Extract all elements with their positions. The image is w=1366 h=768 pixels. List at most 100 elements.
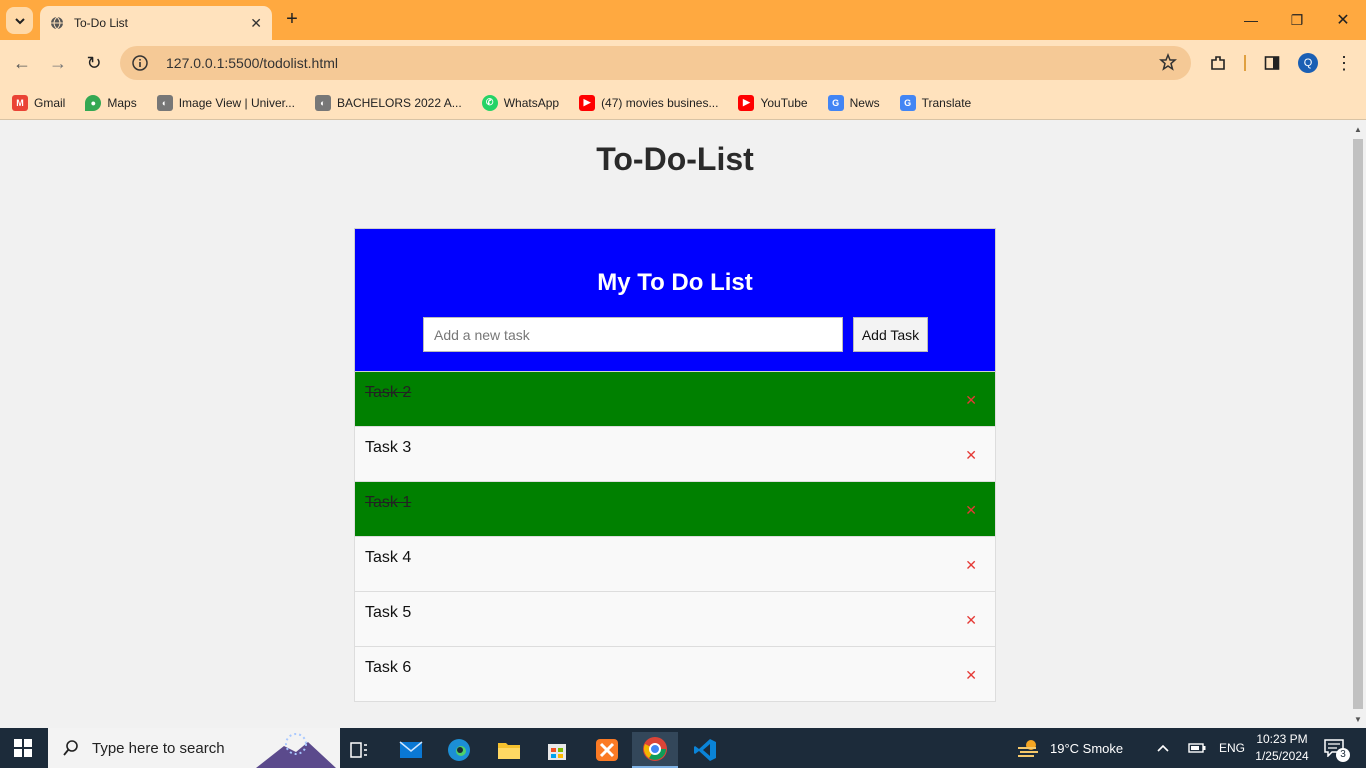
todo-header: My To Do List Add Task bbox=[354, 228, 996, 372]
scroll-thumb[interactable] bbox=[1353, 139, 1363, 709]
delete-task-icon[interactable]: ✕ bbox=[965, 612, 977, 629]
bookmark-label: Translate bbox=[921, 95, 972, 110]
new-tab-button[interactable]: + bbox=[281, 8, 303, 30]
bookmarks-bar: M Gmail ● Maps ◐ Image View | Univer... ◐ BA… bbox=[0, 86, 1366, 120]
task-item[interactable]: Task 4 ✕ bbox=[354, 537, 996, 592]
bookmark-whatsapp[interactable]: ✆ WhatsApp bbox=[481, 94, 560, 111]
show-hidden-icons[interactable] bbox=[1156, 728, 1170, 768]
search-icon bbox=[63, 740, 78, 756]
browser-tab[interactable]: To-Do List ✕ bbox=[40, 6, 272, 40]
close-tab-icon[interactable]: ✕ bbox=[250, 15, 262, 32]
task-label: Task 4 bbox=[365, 549, 412, 566]
file-explorer-icon[interactable] bbox=[486, 732, 532, 768]
delete-task-icon[interactable]: ✕ bbox=[965, 502, 977, 519]
bookmark-label: YouTube bbox=[760, 95, 808, 110]
task-label: Task 3 bbox=[365, 439, 412, 456]
add-task-button[interactable]: Add Task bbox=[853, 317, 928, 352]
taskbar-search-box[interactable]: Type here to search bbox=[48, 728, 340, 768]
xampp-icon[interactable] bbox=[584, 732, 630, 768]
scroll-down-icon[interactable]: ▼ bbox=[1354, 715, 1362, 724]
notifications-button[interactable]: 3 bbox=[1324, 728, 1350, 768]
back-button[interactable]: ← bbox=[10, 51, 34, 75]
chevron-up-icon bbox=[1157, 744, 1169, 752]
notification-count-badge: 3 bbox=[1336, 748, 1350, 762]
task-label: Task 5 bbox=[365, 604, 412, 621]
restore-button[interactable]: ❐ bbox=[1274, 8, 1320, 32]
bookmark-label: Gmail bbox=[34, 95, 66, 110]
mail-app-icon[interactable] bbox=[388, 732, 434, 768]
forward-button[interactable]: → bbox=[46, 51, 70, 75]
edge-browser-icon[interactable] bbox=[436, 732, 482, 768]
bookmark-youtube[interactable]: ▶ YouTube bbox=[738, 94, 808, 111]
page-scrollbar[interactable]: ▲ ▼ bbox=[1350, 121, 1366, 728]
windows-start-icon[interactable] bbox=[14, 739, 32, 757]
scroll-up-icon[interactable]: ▲ bbox=[1354, 125, 1362, 134]
task-label: Task 1 bbox=[365, 494, 412, 511]
task-item[interactable]: Task 5 ✕ bbox=[354, 592, 996, 647]
site-info-icon[interactable] bbox=[132, 55, 148, 71]
task-item[interactable]: Task 1 ✕ bbox=[354, 482, 996, 537]
taskbar-search-placeholder: Type here to search bbox=[92, 739, 225, 757]
menu-kebab-icon[interactable]: ⋮ bbox=[1334, 53, 1354, 73]
task-item[interactable]: Task 2 ✕ bbox=[354, 372, 996, 427]
delete-task-icon[interactable]: ✕ bbox=[965, 667, 977, 684]
weather-widget[interactable]: 19°C Smoke bbox=[1016, 728, 1123, 768]
vscode-icon[interactable] bbox=[682, 732, 728, 768]
todo-title: My To Do List bbox=[597, 269, 753, 296]
windows-taskbar: Type here to search 19°C Smoke ENG 10:23… bbox=[0, 728, 1366, 768]
task-view-icon[interactable] bbox=[336, 732, 382, 768]
tab-search-button[interactable] bbox=[6, 7, 33, 34]
image-view-icon: ◐ bbox=[156, 94, 173, 111]
bookmark-label: Image View | Univer... bbox=[178, 95, 295, 110]
language-indicator[interactable]: ENG bbox=[1219, 728, 1245, 768]
side-panel-icon[interactable] bbox=[1262, 53, 1282, 73]
minimize-button[interactable]: — bbox=[1228, 8, 1274, 32]
bookmark-image-view[interactable]: ◐ Image View | Univer... bbox=[156, 94, 295, 111]
bookmark-star-icon[interactable] bbox=[1159, 53, 1177, 71]
bookmark-news[interactable]: G News bbox=[827, 94, 880, 111]
bookmark-maps[interactable]: ● Maps bbox=[85, 94, 137, 111]
bookmark-bachelors[interactable]: ◐ BACHELORS 2022 A... bbox=[314, 94, 462, 111]
new-task-input[interactable] bbox=[423, 317, 843, 352]
bookmark-translate[interactable]: G Translate bbox=[899, 94, 972, 111]
browser-toolbar: ← → ↻ 127.0.0.1:5500/todolist.html Q ⋮ bbox=[0, 40, 1366, 86]
task-item[interactable]: Task 6 ✕ bbox=[354, 647, 996, 702]
delete-task-icon[interactable]: ✕ bbox=[965, 557, 977, 574]
delete-task-icon[interactable]: ✕ bbox=[965, 392, 977, 409]
toolbar-separator bbox=[1244, 55, 1246, 71]
news-icon: G bbox=[827, 94, 844, 111]
extensions-icon[interactable] bbox=[1208, 53, 1228, 73]
profile-avatar[interactable]: Q bbox=[1298, 53, 1318, 73]
gmail-icon: M bbox=[12, 94, 28, 111]
weather-text: 19°C Smoke bbox=[1050, 740, 1124, 756]
store-app-icon[interactable] bbox=[534, 732, 580, 768]
globe-icon bbox=[51, 16, 63, 30]
chevron-down-icon bbox=[14, 17, 25, 24]
page-viewport: To-Do-List My To Do List Add Task Task 2… bbox=[0, 121, 1350, 728]
task-item[interactable]: Task 3 ✕ bbox=[354, 427, 996, 482]
task-label: Task 2 bbox=[365, 384, 412, 401]
chrome-app-icon[interactable] bbox=[632, 732, 678, 768]
browser-tabstrip: To-Do List ✕ + — ❐ ✕ bbox=[0, 0, 1366, 40]
bookmark-movies[interactable]: ▶ (47) movies busines... bbox=[579, 94, 719, 111]
tab-title: To-Do List bbox=[74, 16, 129, 30]
weather-smoke-icon bbox=[1018, 740, 1038, 757]
address-bar[interactable]: 127.0.0.1:5500/todolist.html bbox=[120, 46, 1191, 80]
todo-card: My To Do List Add Task Task 2 ✕ Task 3 ✕… bbox=[354, 228, 996, 702]
battery-icon[interactable] bbox=[1188, 728, 1206, 768]
bookmark-label: (47) movies busines... bbox=[601, 95, 719, 110]
taskbar-clock[interactable]: 10:23 PM 1/25/2024 bbox=[1252, 731, 1312, 765]
bookmark-label: WhatsApp bbox=[503, 95, 560, 110]
close-window-button[interactable]: ✕ bbox=[1320, 8, 1366, 32]
delete-task-icon[interactable]: ✕ bbox=[965, 447, 977, 464]
reload-button[interactable]: ↻ bbox=[82, 51, 106, 75]
translate-icon: G bbox=[899, 94, 916, 111]
bookmark-gmail[interactable]: M Gmail bbox=[12, 94, 66, 111]
bookmark-label: Maps bbox=[107, 95, 137, 110]
whatsapp-icon: ✆ bbox=[481, 94, 498, 111]
youtube-icon: ▶ bbox=[579, 94, 596, 111]
url-text: 127.0.0.1:5500/todolist.html bbox=[166, 55, 339, 71]
bookmark-label: BACHELORS 2022 A... bbox=[336, 95, 462, 110]
bachelors-icon: ◐ bbox=[314, 94, 331, 111]
clock-date: 1/25/2024 bbox=[1255, 749, 1309, 763]
